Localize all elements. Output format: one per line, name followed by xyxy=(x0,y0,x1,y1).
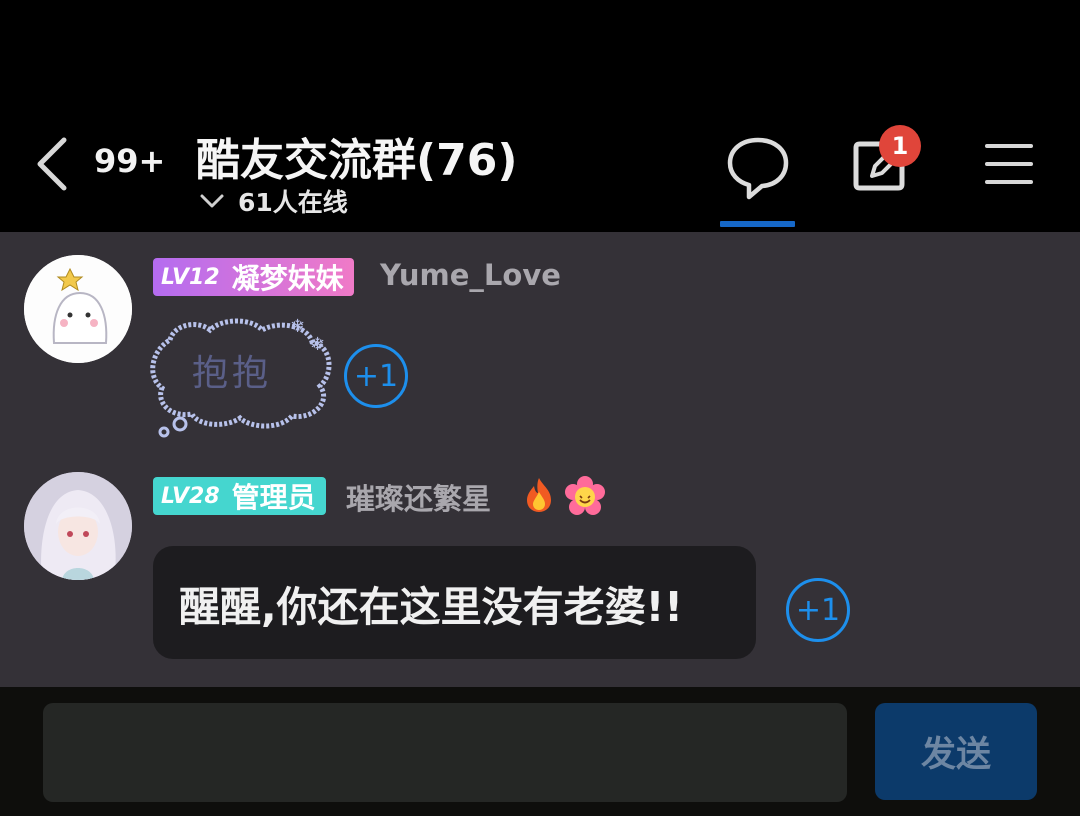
send-button[interactable]: 发送 xyxy=(875,703,1037,800)
chat-header: 99+ 酷友交流群(76) 61人在线 1 xyxy=(0,0,1080,232)
username[interactable]: Yume_Love xyxy=(380,258,561,292)
message-bubble[interactable]: 醒醒,你还在这里没有老婆!! xyxy=(153,546,756,659)
level-number: LV28 xyxy=(161,483,220,509)
unread-count[interactable]: 99+ xyxy=(94,142,165,180)
svg-text:❄: ❄ xyxy=(290,316,305,337)
chat-bubble-icon[interactable] xyxy=(722,132,794,204)
avatar[interactable] xyxy=(24,255,132,363)
group-title[interactable]: 酷友交流群(76) xyxy=(196,124,517,188)
fire-emoji-icon xyxy=(527,478,551,512)
svg-text:❄: ❄ xyxy=(310,334,325,355)
avatar[interactable] xyxy=(24,472,132,580)
plus-one-button[interactable]: +1 xyxy=(344,344,408,408)
back-chevron-icon[interactable] xyxy=(30,132,76,196)
flower-emoji-icon xyxy=(565,476,605,515)
anime-avatar-image xyxy=(24,472,132,580)
message-input[interactable] xyxy=(43,703,847,802)
ghost-avatar-image xyxy=(24,255,132,363)
sticker-text: 抱抱 xyxy=(192,353,273,394)
online-count-toggle[interactable]: 61人在线 xyxy=(198,184,348,218)
level-tag: LV28 管理员 xyxy=(153,477,326,515)
online-count: 61人在线 xyxy=(238,188,348,217)
level-number: LV12 xyxy=(161,264,220,290)
notification-badge: 1 xyxy=(879,125,921,167)
rank-title: 管理员 xyxy=(231,481,316,514)
level-tag: LV12 凝梦妹妹 xyxy=(153,258,354,296)
chevron-down-icon xyxy=(200,194,224,208)
menu-icon[interactable] xyxy=(984,140,1034,188)
rank-title: 凝梦妹妹 xyxy=(231,262,344,295)
username[interactable]: 璀璨还繁星 xyxy=(346,476,491,518)
active-tab-indicator xyxy=(720,221,795,227)
plus-one-button[interactable]: +1 xyxy=(786,578,850,642)
